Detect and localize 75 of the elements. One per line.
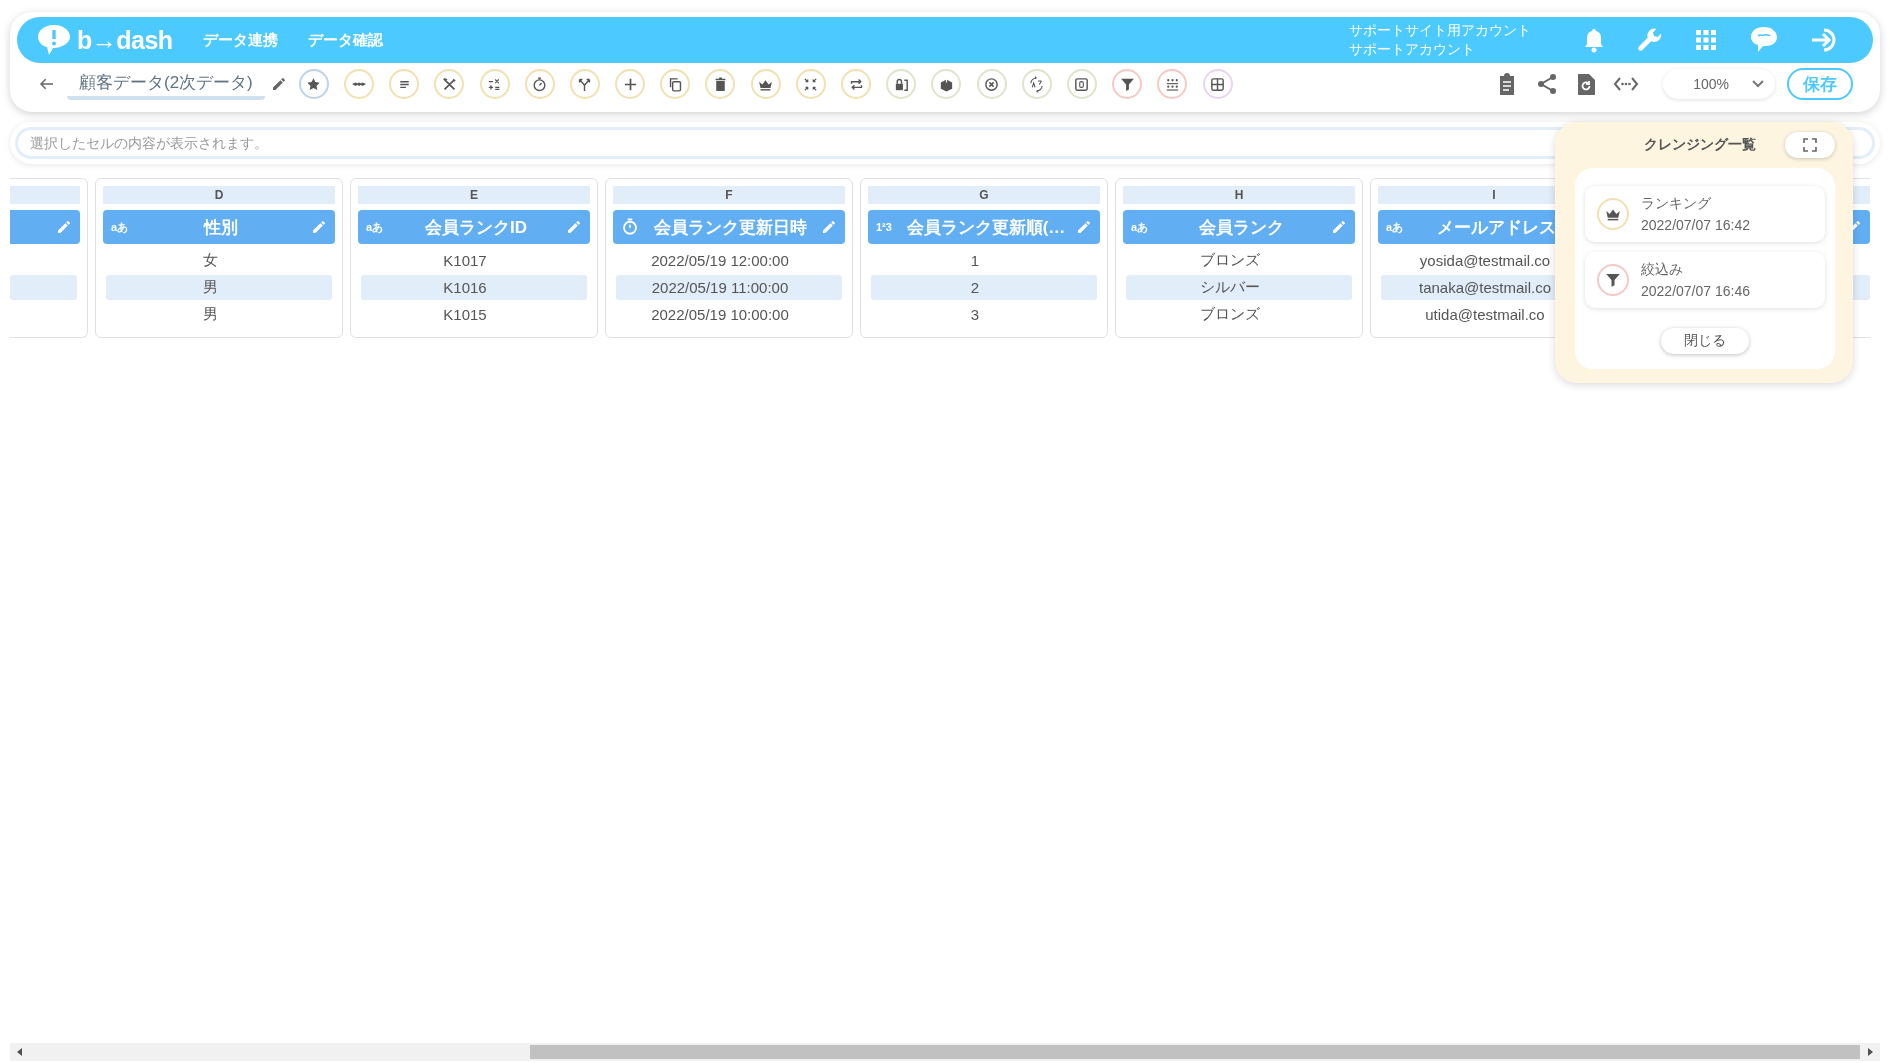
- panel-title: クレンジング一覧: [1643, 136, 1757, 154]
- square-frame-button[interactable]: [1066, 69, 1097, 99]
- stopwatch-icon: [621, 218, 639, 236]
- chevron-down-icon: [1751, 79, 1765, 89]
- trash-button[interactable]: [705, 69, 736, 99]
- box-upload-button[interactable]: [931, 69, 962, 99]
- column-letter: H: [1123, 186, 1355, 204]
- stopwatch-button[interactable]: [524, 69, 555, 99]
- table-cell[interactable]: シルバー: [1126, 275, 1352, 300]
- table-cell[interactable]: K1016: [361, 275, 587, 300]
- circle-x-button[interactable]: [976, 69, 1007, 99]
- column-letter-bar: [10, 186, 80, 204]
- square-frame-icon: [1073, 75, 1091, 93]
- account-site: サポートサイト用アカウント: [1349, 21, 1531, 40]
- shrink-arrows-button[interactable]: [795, 69, 826, 99]
- swap-arrows-button[interactable]: [841, 69, 872, 99]
- table-cell[interactable]: 3: [871, 302, 1097, 327]
- item-name: ランキング: [1641, 194, 1712, 213]
- table-cell[interactable]: K1017: [361, 248, 587, 273]
- speech-bubble-icon: [35, 23, 73, 57]
- table-cell[interactable]: 女: [106, 248, 332, 273]
- zoom-select[interactable]: 100%: [1663, 69, 1775, 99]
- type-label: aあ: [1131, 219, 1150, 235]
- tools-button[interactable]: [434, 69, 465, 99]
- item-name: 絞込み: [1641, 260, 1684, 279]
- type-label: aあ: [111, 219, 130, 235]
- back-arrow-icon[interactable]: [39, 76, 55, 92]
- column-letter: E: [358, 186, 590, 204]
- cleansing-item[interactable]: 絞込み 2022/07/07 16:46: [1585, 252, 1825, 308]
- column-letter: D: [103, 186, 335, 204]
- table-cell[interactable]: ブロンズ: [1126, 302, 1352, 327]
- table-cell[interactable]: 2022/05/19 11:00:00: [616, 275, 842, 300]
- rotate-arrows-button[interactable]: [1021, 69, 1052, 99]
- row-highlight: [10, 275, 77, 300]
- table-cell[interactable]: 男: [106, 275, 332, 300]
- circle-x-icon: [983, 75, 1001, 93]
- column-letter: F: [613, 186, 845, 204]
- column-letter: G: [868, 186, 1100, 204]
- data-title: 顧客データ(2次データ): [67, 68, 265, 100]
- item-time: 2022/07/07 16:46: [1641, 282, 1750, 301]
- dotted-line-icon: [351, 81, 367, 87]
- expand-button[interactable]: [1785, 132, 1835, 158]
- type-label: aあ: [1386, 219, 1405, 235]
- table-cell[interactable]: 1: [871, 248, 1097, 273]
- filter-button[interactable]: [1112, 69, 1143, 99]
- plus-button[interactable]: [615, 69, 646, 99]
- close-button[interactable]: 閉じる: [1661, 328, 1749, 354]
- copy-button[interactable]: [660, 69, 691, 99]
- grid-icon: [1209, 75, 1227, 93]
- grid-button[interactable]: [1202, 69, 1233, 99]
- split-arrow-button[interactable]: [569, 69, 600, 99]
- dot-rows-button[interactable]: [1157, 69, 1188, 99]
- star-button[interactable]: [298, 69, 329, 99]
- pencil-icon[interactable]: [270, 76, 287, 92]
- type-label: 1²3: [876, 221, 893, 233]
- table-cell[interactable]: 2: [871, 275, 1097, 300]
- dotted-line-button[interactable]: [343, 69, 374, 99]
- table-cell[interactable]: 男: [106, 302, 332, 327]
- crown-button[interactable]: [750, 69, 781, 99]
- lock-button[interactable]: [886, 69, 917, 99]
- type-label: aあ: [366, 219, 385, 235]
- table-cell[interactable]: 2022/05/19 12:00:00: [616, 248, 842, 273]
- expand-icon: [1803, 138, 1817, 152]
- table-cell[interactable]: ブロンズ: [1126, 248, 1352, 273]
- text-lines-button[interactable]: [389, 69, 420, 99]
- filter-icon: [1604, 271, 1622, 289]
- cleansing-item[interactable]: ランキング 2022/07/07 16:42: [1585, 186, 1825, 242]
- scrollbar-thumb[interactable]: [530, 1045, 1860, 1059]
- table-cell[interactable]: 2022/05/19 10:00:00: [616, 302, 842, 327]
- math-operators-button[interactable]: [479, 69, 510, 99]
- account-name: サポートアカウント: [1349, 40, 1476, 59]
- share-icon[interactable]: [1535, 72, 1559, 96]
- table-cell[interactable]: K1015: [361, 302, 587, 327]
- document-refresh-icon[interactable]: [1575, 72, 1597, 96]
- item-time: 2022/07/07 16:42: [1641, 216, 1750, 235]
